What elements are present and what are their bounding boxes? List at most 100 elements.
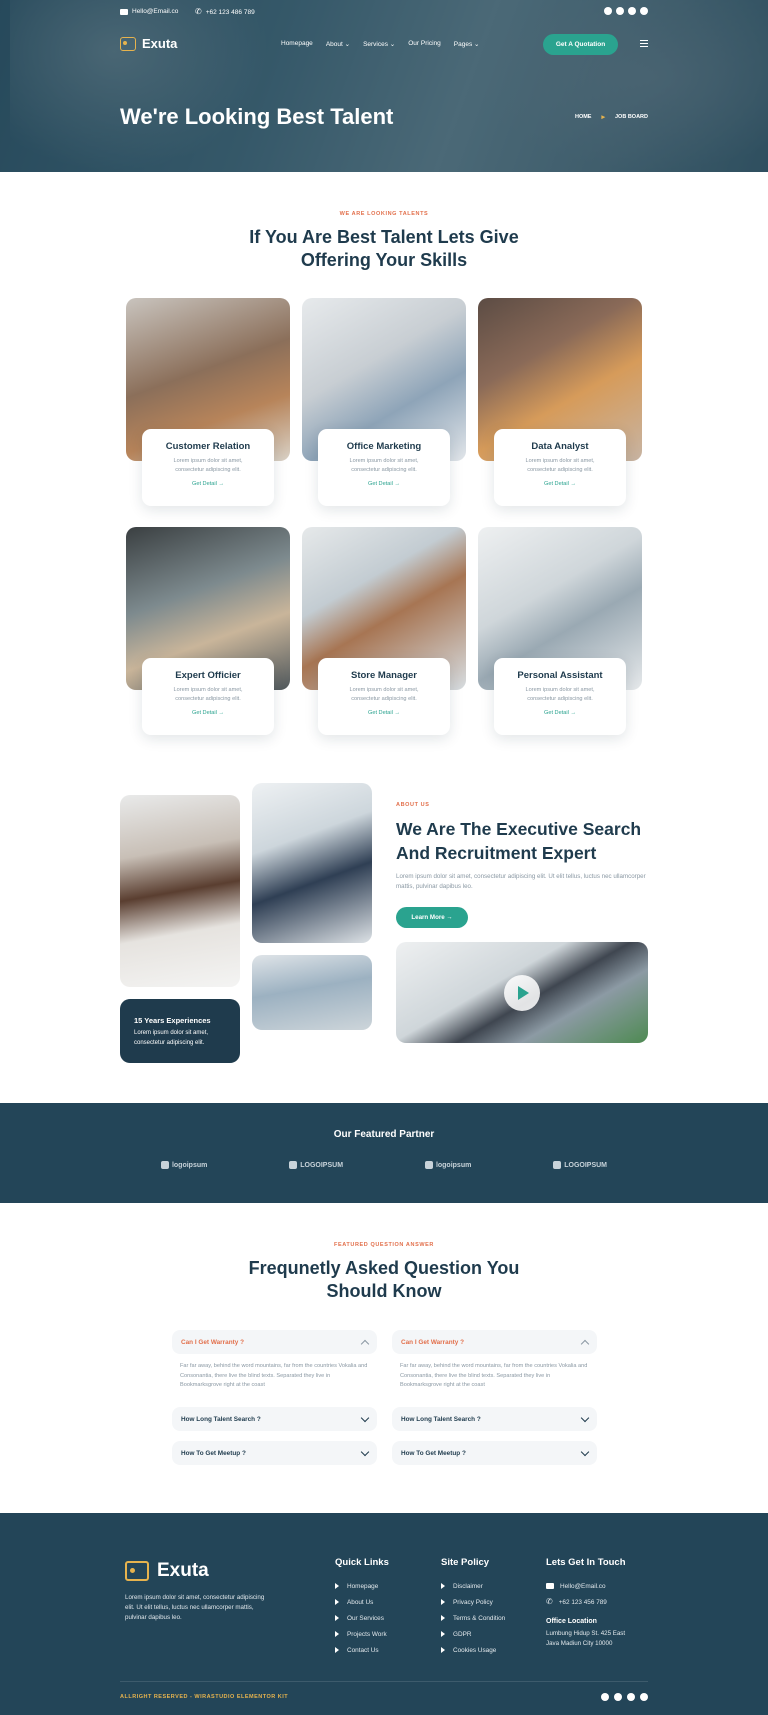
get-detail-link[interactable]: Get Detail → xyxy=(318,710,450,716)
footer-phone[interactable]: ✆ +62 123 456 789 xyxy=(546,1594,626,1610)
partner-logo: logoipsum xyxy=(160,1161,207,1169)
footer-link[interactable]: Projects Work xyxy=(335,1626,389,1642)
get-detail-link[interactable]: Get Detail → xyxy=(142,710,274,716)
job-card-desc: Lorem ipsum dolor sit amet, consectetur a… xyxy=(525,687,595,702)
play-icon[interactable] xyxy=(504,975,540,1011)
brand-logo[interactable]: Exuta xyxy=(120,36,177,51)
job-card-info: Office Marketing Lorem ipsum dolor sit a… xyxy=(318,429,450,506)
footer: Exuta Lorem ipsum dolor sit amet, consec… xyxy=(0,1513,768,1715)
get-detail-link[interactable]: Get Detail → xyxy=(494,710,626,716)
youtube-icon[interactable] xyxy=(628,7,636,15)
footer-link[interactable]: Terms & Condition xyxy=(441,1610,505,1626)
faq-question-talent-search[interactable]: How Long Talent Search ? xyxy=(172,1407,377,1431)
footer-logo[interactable]: Exuta xyxy=(125,1560,209,1582)
caret-right-icon xyxy=(335,1631,339,1637)
footer-link[interactable]: GDPR xyxy=(441,1626,505,1642)
caret-right-icon xyxy=(335,1599,339,1605)
faq-question-text: Can I Get Warranty ? xyxy=(401,1338,464,1346)
faq-question-warranty[interactable]: Can I Get Warranty ? xyxy=(172,1330,377,1354)
footer-email[interactable]: Hello@Email.co xyxy=(546,1578,626,1594)
twitter-icon[interactable] xyxy=(614,1693,622,1701)
breadcrumb-home[interactable]: HOME xyxy=(575,114,592,120)
nav-item-services[interactable]: Services ⌄ xyxy=(363,40,395,48)
breadcrumb-current: JOB BOARD xyxy=(614,114,648,120)
get-detail-link[interactable]: Get Detail → xyxy=(142,481,274,487)
chevron-down-icon xyxy=(580,1447,590,1456)
facebook-icon[interactable] xyxy=(604,7,612,15)
id-card-icon xyxy=(120,36,136,51)
footer-link[interactable]: About Us xyxy=(335,1594,389,1610)
about-photo-meeting xyxy=(252,955,372,1030)
faq-question-text: How Long Talent Search ? xyxy=(181,1415,261,1423)
faq-title: Frequnetly Asked Question You Should Kno… xyxy=(0,1257,768,1303)
caret-right-icon xyxy=(335,1583,339,1589)
footer-link[interactable]: Disclaimer xyxy=(441,1578,505,1594)
faq-question-meetup[interactable]: How To Get Meetup ? xyxy=(392,1441,597,1465)
footer-link[interactable]: Contact Us xyxy=(335,1642,389,1658)
topbar: Hello@Email.co ✆ +62 123 486 789 xyxy=(120,6,648,20)
topbar-email[interactable]: Hello@Email.co xyxy=(120,8,178,15)
job-card[interactable]: Personal Assistant Lorem ipsum dolor sit… xyxy=(478,527,642,747)
partner-logo-icon xyxy=(289,1161,298,1169)
about-kicker: ABOUT US xyxy=(396,802,430,808)
job-card[interactable]: Store Manager Lorem ipsum dolor sit amet… xyxy=(302,527,466,747)
job-card-desc: Lorem ipsum dolor sit amet, consectetur a… xyxy=(173,687,243,702)
footer-about-text: Lorem ipsum dolor sit amet, consectetur … xyxy=(125,1594,265,1621)
learn-more-button[interactable]: Learn More → xyxy=(396,907,468,928)
hamburger-menu-icon[interactable] xyxy=(640,40,648,47)
job-card-info: Personal Assistant Lorem ipsum dolor sit… xyxy=(494,658,626,735)
faq-question-talent-search[interactable]: How Long Talent Search ? xyxy=(392,1407,597,1431)
nav-item-homepage[interactable]: Homepage xyxy=(281,40,313,48)
caret-right-icon xyxy=(441,1599,445,1605)
caret-right-icon xyxy=(441,1615,445,1621)
footer-link[interactable]: Our Services xyxy=(335,1610,389,1626)
footer-link[interactable]: Cookies Usage xyxy=(441,1642,505,1658)
twitter-icon[interactable] xyxy=(616,7,624,15)
video-thumbnail[interactable] xyxy=(396,942,648,1043)
job-card-title: Office Marketing xyxy=(346,441,422,452)
partner-section: Our Featured Partner logoipsum LOGOIPSUM… xyxy=(0,1103,768,1203)
job-card-title: Expert Officier xyxy=(175,670,241,681)
chevron-down-icon xyxy=(580,1413,590,1422)
faq-question-warranty[interactable]: Can I Get Warranty ? xyxy=(392,1330,597,1354)
hero-overlay xyxy=(0,0,768,172)
faq-question-text: How To Get Meetup ? xyxy=(181,1449,246,1457)
faq-question-meetup[interactable]: How To Get Meetup ? xyxy=(172,1441,377,1465)
faq-question-text: Can I Get Warranty ? xyxy=(181,1338,244,1346)
brand-name: Exuta xyxy=(142,36,178,51)
job-card[interactable]: Office Marketing Lorem ipsum dolor sit a… xyxy=(302,298,466,518)
nav-item-pricing[interactable]: Our Pricing xyxy=(408,40,441,48)
footer-quick-links: Quick Links Homepage About Us Our Servic… xyxy=(335,1557,389,1658)
nav-item-pages[interactable]: Pages ⌄ xyxy=(454,40,480,48)
faq-answer: Far far away, behind the word mountains,… xyxy=(180,1363,368,1388)
topbar-phone-text: +62 123 486 789 xyxy=(205,8,255,16)
faq-question-text: How Long Talent Search ? xyxy=(401,1415,481,1423)
job-card-info: Customer Relation Lorem ipsum dolor sit … xyxy=(142,429,274,506)
job-card-title: Personal Assistant xyxy=(517,670,603,681)
nav-item-about[interactable]: About ⌄ xyxy=(326,40,350,48)
footer-site-policy: Site Policy Disclaimer Privacy Policy Te… xyxy=(441,1557,505,1658)
pinterest-icon[interactable] xyxy=(640,7,648,15)
get-detail-link[interactable]: Get Detail → xyxy=(318,481,450,487)
job-card[interactable]: Expert Officier Lorem ipsum dolor sit am… xyxy=(126,527,290,747)
partner-logo-icon xyxy=(160,1161,169,1169)
job-card[interactable]: Customer Relation Lorem ipsum dolor sit … xyxy=(126,298,290,518)
pinterest-icon[interactable] xyxy=(640,1693,648,1701)
footer-copyright: ALLRIGHT RESERVED - WIRASTUDIO ELEMENTOR… xyxy=(120,1694,289,1700)
get-detail-link[interactable]: Get Detail → xyxy=(494,481,626,487)
footer-link[interactable]: Privacy Policy xyxy=(441,1594,505,1610)
page-title: We're Looking Best Talent xyxy=(120,104,394,129)
footer-brand-name: Exuta xyxy=(157,1560,209,1581)
get-quotation-button[interactable]: Get A Quotation xyxy=(543,34,618,55)
youtube-icon[interactable] xyxy=(627,1693,635,1701)
facebook-icon[interactable] xyxy=(601,1693,609,1701)
job-card-desc: Lorem ipsum dolor sit amet, consectetur a… xyxy=(525,458,595,473)
footer-location-title: Office Location xyxy=(546,1618,597,1625)
chevron-down-icon xyxy=(360,1413,370,1422)
job-card-title: Data Analyst xyxy=(531,441,589,452)
phone-icon: ✆ xyxy=(195,7,202,16)
topbar-phone[interactable]: ✆ +62 123 486 789 xyxy=(195,8,255,16)
faq-title-line1: Frequnetly Asked Question You xyxy=(248,1258,520,1278)
footer-link[interactable]: Homepage xyxy=(335,1578,389,1594)
job-card[interactable]: Data Analyst Lorem ipsum dolor sit amet,… xyxy=(478,298,642,518)
